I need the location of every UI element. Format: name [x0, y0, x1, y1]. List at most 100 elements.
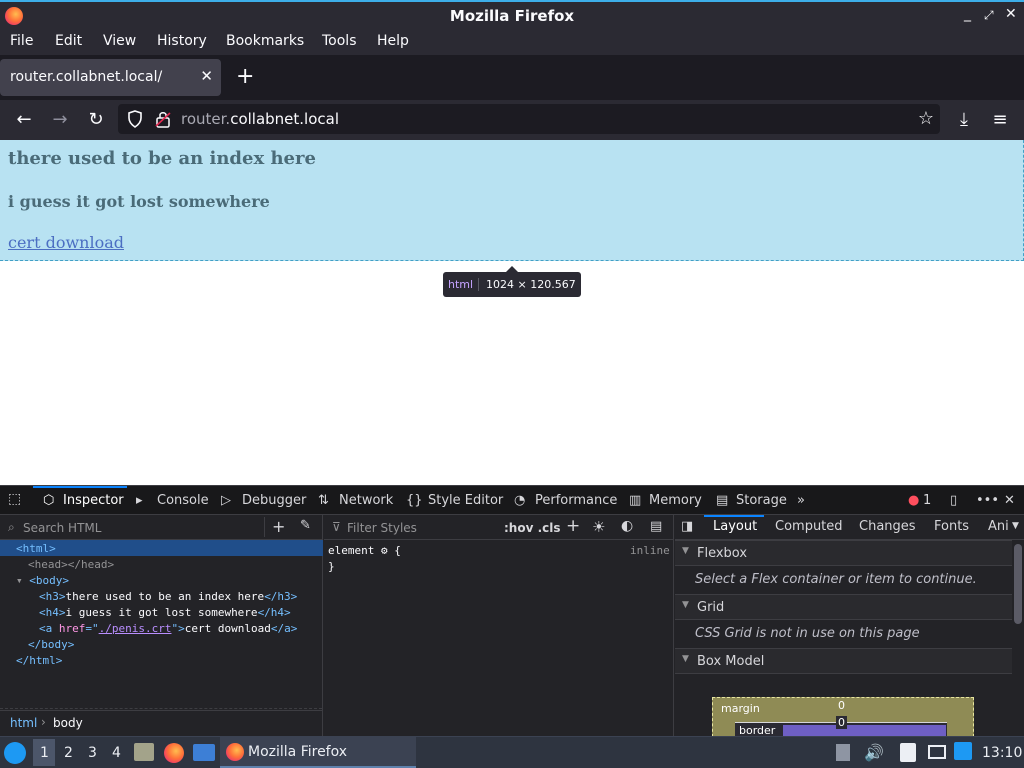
close-devtools-icon[interactable]: ✕ — [1004, 493, 1015, 508]
more-tabs-chevron-icon[interactable]: ▼ — [1012, 521, 1019, 531]
tab-storage[interactable]: Storage — [736, 493, 787, 508]
desktop-2[interactable]: 2 — [64, 745, 73, 761]
volume-icon[interactable]: 🔊 — [864, 743, 884, 762]
filter-styles-input[interactable]: Filter Styles — [347, 521, 417, 535]
taskbar-firefox-window[interactable]: Mozilla Firefox — [220, 737, 416, 768]
breadcrumb-html[interactable]: html — [10, 716, 37, 730]
margin-top-value[interactable]: 0 — [838, 699, 845, 712]
box-model-section-header[interactable]: ▼ Box Model — [675, 648, 1012, 674]
updates-icon[interactable] — [954, 742, 972, 760]
bookmark-star-icon[interactable]: ☆ — [918, 108, 934, 129]
tab-animations[interactable]: Ani — [988, 519, 1009, 534]
tab-router[interactable]: router.collabnet.local/ ✕ — [0, 59, 221, 96]
active-tab-indicator — [33, 486, 127, 488]
rule-close-brace: } — [328, 560, 335, 573]
sidebar-tabs: ◨ Layout Computed Changes Fonts Ani ▼ — [675, 515, 1024, 540]
app-launcher-icon[interactable] — [4, 742, 26, 764]
tab-memory[interactable]: Memory — [649, 493, 702, 508]
downloads-icon[interactable]: ⤓ — [952, 108, 976, 132]
dark-scheme-icon[interactable]: ◐ — [621, 518, 633, 534]
insecure-lock-icon[interactable] — [155, 110, 171, 128]
hov-cls-toggle[interactable]: :hov .cls — [504, 521, 561, 535]
tab-console[interactable]: Console — [157, 493, 209, 508]
light-scheme-icon[interactable]: ☀ — [592, 518, 605, 536]
markup-toolbar: ⌕ Search HTML + ✎ — [0, 515, 322, 540]
search-html-input[interactable]: Search HTML — [23, 521, 101, 535]
body-close-node[interactable]: </body> — [28, 638, 74, 651]
close-tab-icon[interactable]: ✕ — [200, 67, 213, 85]
box-model-margin: margin 0 border 0 — [712, 697, 974, 739]
file-manager-icon[interactable] — [134, 743, 154, 761]
forward-icon[interactable]: → — [48, 108, 72, 132]
head-node[interactable]: <head></head> — [28, 558, 114, 571]
tab-changes[interactable]: Changes — [859, 519, 916, 534]
app-menu-icon[interactable]: ≡ — [988, 108, 1012, 132]
minimize-button[interactable]: _ — [964, 6, 971, 22]
inspector-icon: ⬡ — [43, 493, 55, 508]
show-desktop-icon[interactable] — [193, 744, 215, 761]
eyedropper-icon[interactable]: ✎ — [300, 518, 311, 533]
h3-node[interactable]: <h3>there used to be an index here</h3> — [39, 590, 297, 603]
url-domain: collabnet.local — [230, 110, 340, 128]
add-node-icon[interactable]: + — [272, 517, 285, 536]
desktop-3[interactable]: 3 — [88, 745, 97, 761]
add-rule-icon[interactable]: + — [566, 516, 580, 536]
flexbox-section-header[interactable]: ▼ Flexbox — [675, 540, 1012, 566]
desktop-4[interactable]: 4 — [112, 745, 121, 761]
back-icon[interactable]: ← — [12, 108, 36, 132]
more-tools-icon[interactable]: » — [797, 493, 805, 508]
notes-tray-icon[interactable] — [836, 744, 850, 761]
close-window-button[interactable]: ✕ — [1005, 6, 1017, 22]
rule-selector[interactable]: element ⚙ { — [328, 544, 401, 557]
html-close-node[interactable]: </html> — [16, 654, 62, 667]
tracking-protection-shield-icon[interactable] — [127, 110, 143, 128]
tab-network[interactable]: Network — [339, 493, 393, 508]
tab-inspector[interactable]: Inspector — [63, 493, 124, 508]
clipboard-icon[interactable] — [900, 743, 916, 762]
tab-style-editor[interactable]: Style Editor — [428, 493, 503, 508]
error-icon: ● — [908, 493, 920, 508]
tab-layout[interactable]: Layout — [713, 519, 757, 534]
tab-computed[interactable]: Computed — [775, 519, 843, 534]
menu-view[interactable]: View — [103, 33, 136, 49]
menu-edit[interactable]: Edit — [55, 33, 82, 49]
url-bar[interactable]: router.collabnet.local ☆ — [118, 104, 940, 134]
tab-debugger[interactable]: Debugger — [242, 493, 306, 508]
menu-file[interactable]: File — [10, 33, 33, 49]
tab-performance[interactable]: Performance — [535, 493, 617, 508]
body-node[interactable]: ▾ <body> — [16, 574, 69, 587]
new-tab-button[interactable]: + — [236, 64, 254, 89]
element-picker-icon[interactable]: ⬚ — [8, 491, 21, 507]
tab-fonts[interactable]: Fonts — [934, 519, 969, 534]
breadcrumb-body[interactable]: body — [53, 716, 83, 730]
grid-section-header[interactable]: ▼ Grid — [675, 594, 1012, 620]
menu-tools[interactable]: Tools — [322, 33, 357, 49]
maximize-button[interactable]: ⤢ — [984, 8, 994, 23]
scrollbar-thumb[interactable] — [1014, 544, 1022, 624]
toggle-sidebar-icon[interactable]: ◨ — [681, 519, 693, 534]
error-count[interactable]: 1 — [923, 493, 931, 508]
cert-download-link[interactable]: cert download — [8, 233, 124, 252]
memory-icon: ▥ — [629, 493, 642, 508]
menu-history[interactable]: History — [157, 33, 207, 49]
devtools-menu-icon[interactable]: ••• — [976, 493, 999, 508]
desktop-1[interactable]: 1 — [40, 745, 49, 761]
clock[interactable]: 13:10 — [982, 745, 1022, 761]
menu-bookmarks[interactable]: Bookmarks — [226, 33, 304, 49]
url-text[interactable]: router.collabnet.local — [181, 110, 339, 128]
breadcrumb-separator-icon: › — [41, 715, 46, 729]
a-node[interactable]: <a href="./penis.crt">cert download</a> — [39, 622, 297, 635]
h4-node[interactable]: <h4>i guess it got lost somewhere</h4> — [39, 606, 291, 619]
grid-message: CSS Grid is not in use on this page — [695, 626, 920, 641]
network-icon[interactable] — [928, 745, 946, 759]
reload-icon[interactable]: ↻ — [84, 108, 108, 132]
system-taskbar: 1 2 3 4 Mozilla Firefox 🔊 13:10 — [0, 736, 1024, 768]
dock-side-icon[interactable]: ▯ — [950, 493, 957, 508]
firefox-launcher-icon[interactable] — [164, 743, 184, 763]
html-node[interactable]: <html> — [16, 542, 56, 555]
markup-divider — [0, 708, 322, 709]
menu-help[interactable]: Help — [377, 33, 409, 49]
print-media-icon[interactable]: ▤ — [650, 519, 662, 534]
network-icon: ⇅ — [318, 493, 329, 508]
border-top-value[interactable]: 0 — [836, 716, 847, 729]
